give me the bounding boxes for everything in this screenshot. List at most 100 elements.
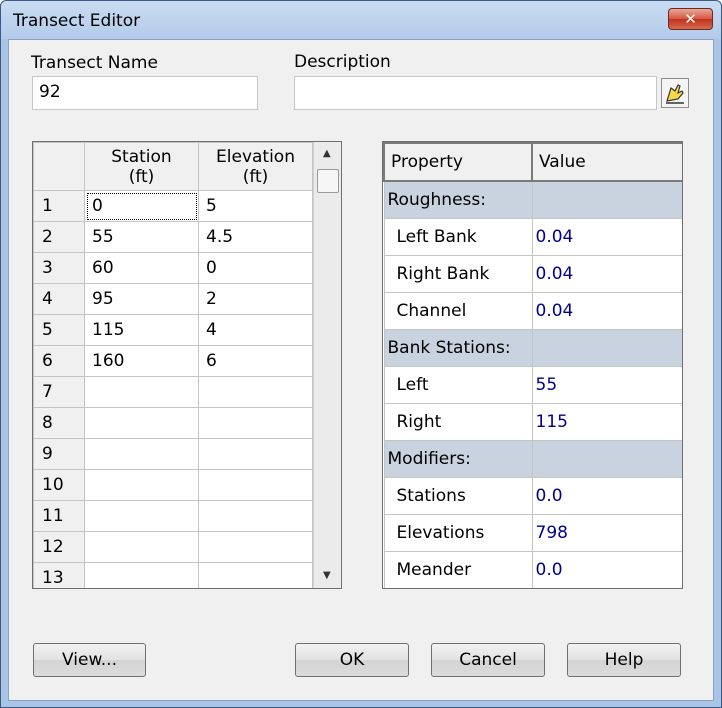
- elevations-modifier-value[interactable]: 798: [531, 514, 682, 552]
- grid-corner-cell: [33, 142, 85, 191]
- category-value-cell: [531, 180, 682, 219]
- elevation-cell[interactable]: 6: [198, 345, 313, 377]
- elevation-cell[interactable]: [198, 407, 313, 439]
- close-icon: ✕: [684, 10, 697, 28]
- row-header[interactable]: 1: [33, 190, 85, 222]
- station-cell[interactable]: 160: [84, 345, 199, 377]
- elevation-cell[interactable]: 4.5: [198, 221, 313, 253]
- scroll-up-arrow-icon[interactable]: ▲: [323, 148, 331, 159]
- property-table: Property Value Roughness: Left Bank 0.04 …: [383, 142, 682, 588]
- property-row[interactable]: Right 115: [383, 403, 682, 441]
- table-row: 9: [33, 438, 313, 470]
- station-cell[interactable]: [84, 438, 199, 470]
- station-cell[interactable]: [84, 376, 199, 408]
- table-row: 10: [33, 469, 313, 501]
- dialog-body: Transect Name 92 Description Station (ft)…: [8, 39, 714, 701]
- elevation-cell[interactable]: [198, 531, 313, 563]
- station-cell[interactable]: [84, 407, 199, 439]
- row-header[interactable]: 9: [33, 438, 85, 470]
- station-cell[interactable]: 60: [84, 252, 199, 284]
- station-cell[interactable]: [84, 562, 199, 588]
- property-name: Stations: [383, 477, 533, 515]
- row-header[interactable]: 3: [33, 252, 85, 284]
- station-column-header[interactable]: Station (ft): [84, 142, 199, 191]
- row-header[interactable]: 12: [33, 531, 85, 563]
- property-grid[interactable]: Property Value Roughness: Left Bank 0.04 …: [382, 141, 683, 589]
- station-elevation-grid[interactable]: Station (ft) Elevation (ft) 105 2 55 4.5 3 60…: [32, 141, 342, 589]
- transect-editor-window: Transect Editor ✕ Transect Name 92 Descr…: [0, 0, 722, 708]
- property-row[interactable]: Stations 0.0: [383, 477, 682, 515]
- row-header[interactable]: 8: [33, 407, 85, 439]
- property-name: Right: [383, 403, 533, 441]
- property-column-header[interactable]: Property: [383, 142, 533, 182]
- title-bar[interactable]: Transect Editor ✕: [1, 1, 721, 39]
- row-header[interactable]: 2: [33, 221, 85, 253]
- category-row-roughness[interactable]: Roughness:: [383, 180, 682, 219]
- transect-name-label: Transect Name: [31, 53, 158, 73]
- edit-description-button[interactable]: [661, 78, 689, 108]
- station-cell[interactable]: 115: [84, 314, 199, 346]
- station-header-unit: (ft): [128, 166, 155, 187]
- right-bank-roughness-value[interactable]: 0.04: [531, 255, 682, 293]
- meander-modifier-value[interactable]: 0.0: [531, 551, 682, 588]
- row-header[interactable]: 6: [33, 345, 85, 377]
- row-header[interactable]: 4: [33, 283, 85, 315]
- grid-vertical-scrollbar[interactable]: ▲ ▼: [313, 142, 341, 588]
- row-header[interactable]: 13: [33, 562, 85, 588]
- stations-modifier-value[interactable]: 0.0: [531, 477, 682, 515]
- elevation-cell[interactable]: [198, 469, 313, 501]
- property-row[interactable]: Left Bank 0.04: [383, 218, 682, 256]
- scroll-down-arrow-icon[interactable]: ▼: [323, 570, 331, 581]
- station-cell[interactable]: 55: [84, 221, 199, 253]
- property-row[interactable]: Channel 0.04: [383, 292, 682, 330]
- row-header[interactable]: 5: [33, 314, 85, 346]
- elevation-cell[interactable]: [198, 376, 313, 408]
- left-bank-roughness-value[interactable]: 0.04: [531, 218, 682, 256]
- row-header[interactable]: 10: [33, 469, 85, 501]
- station-cell[interactable]: [84, 469, 199, 501]
- property-row[interactable]: Meander 0.0: [383, 551, 682, 588]
- right-bank-station-value[interactable]: 115: [531, 403, 682, 441]
- table-row: 105: [33, 190, 313, 222]
- category-label: Roughness:: [383, 180, 533, 219]
- property-name: Channel: [383, 292, 533, 330]
- cancel-button[interactable]: Cancel: [431, 643, 545, 677]
- elevation-column-header[interactable]: Elevation (ft): [198, 142, 313, 191]
- value-column-header[interactable]: Value: [531, 142, 682, 182]
- scroll-thumb[interactable]: [317, 169, 339, 193]
- row-header[interactable]: 7: [33, 376, 85, 408]
- property-row[interactable]: Right Bank 0.04: [383, 255, 682, 293]
- elevation-cell[interactable]: [198, 562, 313, 588]
- property-name: Left Bank: [383, 218, 533, 256]
- station-cell[interactable]: 95: [84, 283, 199, 315]
- elevation-cell[interactable]: 5: [198, 190, 313, 222]
- transect-name-input[interactable]: 92: [32, 76, 258, 110]
- station-cell[interactable]: 0: [84, 190, 199, 222]
- description-input[interactable]: [294, 76, 657, 110]
- property-row[interactable]: Elevations 798: [383, 514, 682, 552]
- elevation-cell[interactable]: [198, 438, 313, 470]
- property-name: Elevations: [383, 514, 533, 552]
- view-button[interactable]: View...: [33, 643, 146, 677]
- elevation-cell[interactable]: 0: [198, 252, 313, 284]
- station-cell[interactable]: [84, 500, 199, 532]
- table-row: 6 160 6: [33, 345, 313, 377]
- left-bank-station-value[interactable]: 55: [531, 366, 682, 404]
- description-label: Description: [294, 52, 391, 72]
- category-row-bank-stations[interactable]: Bank Stations:: [383, 329, 682, 367]
- help-button[interactable]: Help: [567, 643, 681, 677]
- property-header-row: Property Value: [383, 142, 682, 182]
- table-row: 8: [33, 407, 313, 439]
- channel-roughness-value[interactable]: 0.04: [531, 292, 682, 330]
- category-row-modifiers[interactable]: Modifiers:: [383, 440, 682, 478]
- property-row[interactable]: Left 55: [383, 366, 682, 404]
- station-cell[interactable]: [84, 531, 199, 563]
- ok-button[interactable]: OK: [295, 643, 409, 677]
- elevation-cell[interactable]: 2: [198, 283, 313, 315]
- elevation-cell[interactable]: [198, 500, 313, 532]
- table-row: 3 60 0: [33, 252, 313, 284]
- row-header[interactable]: 11: [33, 500, 85, 532]
- elevation-cell[interactable]: 4: [198, 314, 313, 346]
- close-button[interactable]: ✕: [668, 8, 713, 30]
- elevation-header-unit: (ft): [242, 166, 269, 187]
